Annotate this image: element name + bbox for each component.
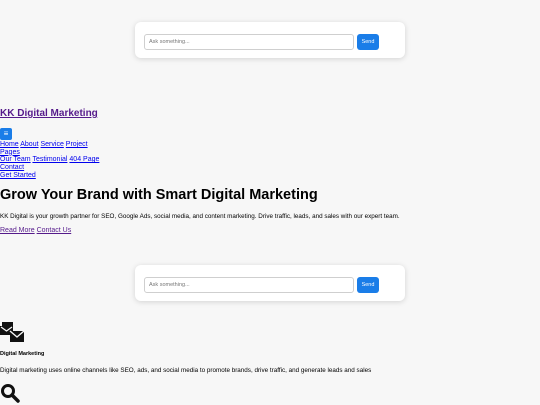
hero-title: Grow Your Brand with Smart Digital Marke… bbox=[0, 187, 318, 203]
service-title: Digital Marketing bbox=[0, 351, 45, 357]
hero-actions: Read More Contact Us bbox=[0, 227, 71, 234]
nav-link-404[interactable]: 404 Page bbox=[69, 156, 99, 163]
nav-link-testimonial[interactable]: Testimonial bbox=[32, 156, 67, 163]
read-more-link[interactable]: Read More bbox=[0, 227, 35, 234]
chat-widget-top: Send bbox=[135, 22, 405, 58]
brand-link[interactable]: KK Digital Marketing bbox=[0, 108, 98, 119]
nav-dropdown-pages[interactable]: Pages bbox=[0, 149, 20, 156]
contact-us-link[interactable]: Contact Us bbox=[37, 227, 72, 234]
navbar-toggler[interactable]: ≡ bbox=[0, 128, 12, 140]
hero-description: KK Digital is your growth partner for SE… bbox=[0, 213, 400, 220]
nav-link-project[interactable]: Project bbox=[66, 141, 88, 148]
nav-link-service[interactable]: Service bbox=[41, 141, 64, 148]
nav-link-contact[interactable]: Contact bbox=[0, 164, 24, 171]
get-started-link[interactable]: Get Started bbox=[0, 172, 36, 179]
mail-bulk-icon bbox=[0, 322, 24, 342]
nav-link-home[interactable]: Home bbox=[0, 141, 19, 148]
nav-link-our-team[interactable]: Our Team bbox=[0, 156, 31, 163]
ask-input-top[interactable] bbox=[144, 34, 354, 50]
ask-input-middle[interactable] bbox=[144, 277, 354, 293]
send-button-middle[interactable]: Send bbox=[357, 277, 379, 293]
main-nav: Home About Service Project Pages Our Tea… bbox=[0, 141, 99, 180]
send-button-top[interactable]: Send bbox=[357, 34, 379, 50]
chat-widget-middle: Send bbox=[135, 265, 405, 301]
menu-icon: ≡ bbox=[3, 129, 9, 138]
search-icon bbox=[1, 384, 20, 403]
nav-link-about[interactable]: About bbox=[20, 141, 38, 148]
service-description: Digital marketing uses online channels l… bbox=[0, 367, 372, 374]
